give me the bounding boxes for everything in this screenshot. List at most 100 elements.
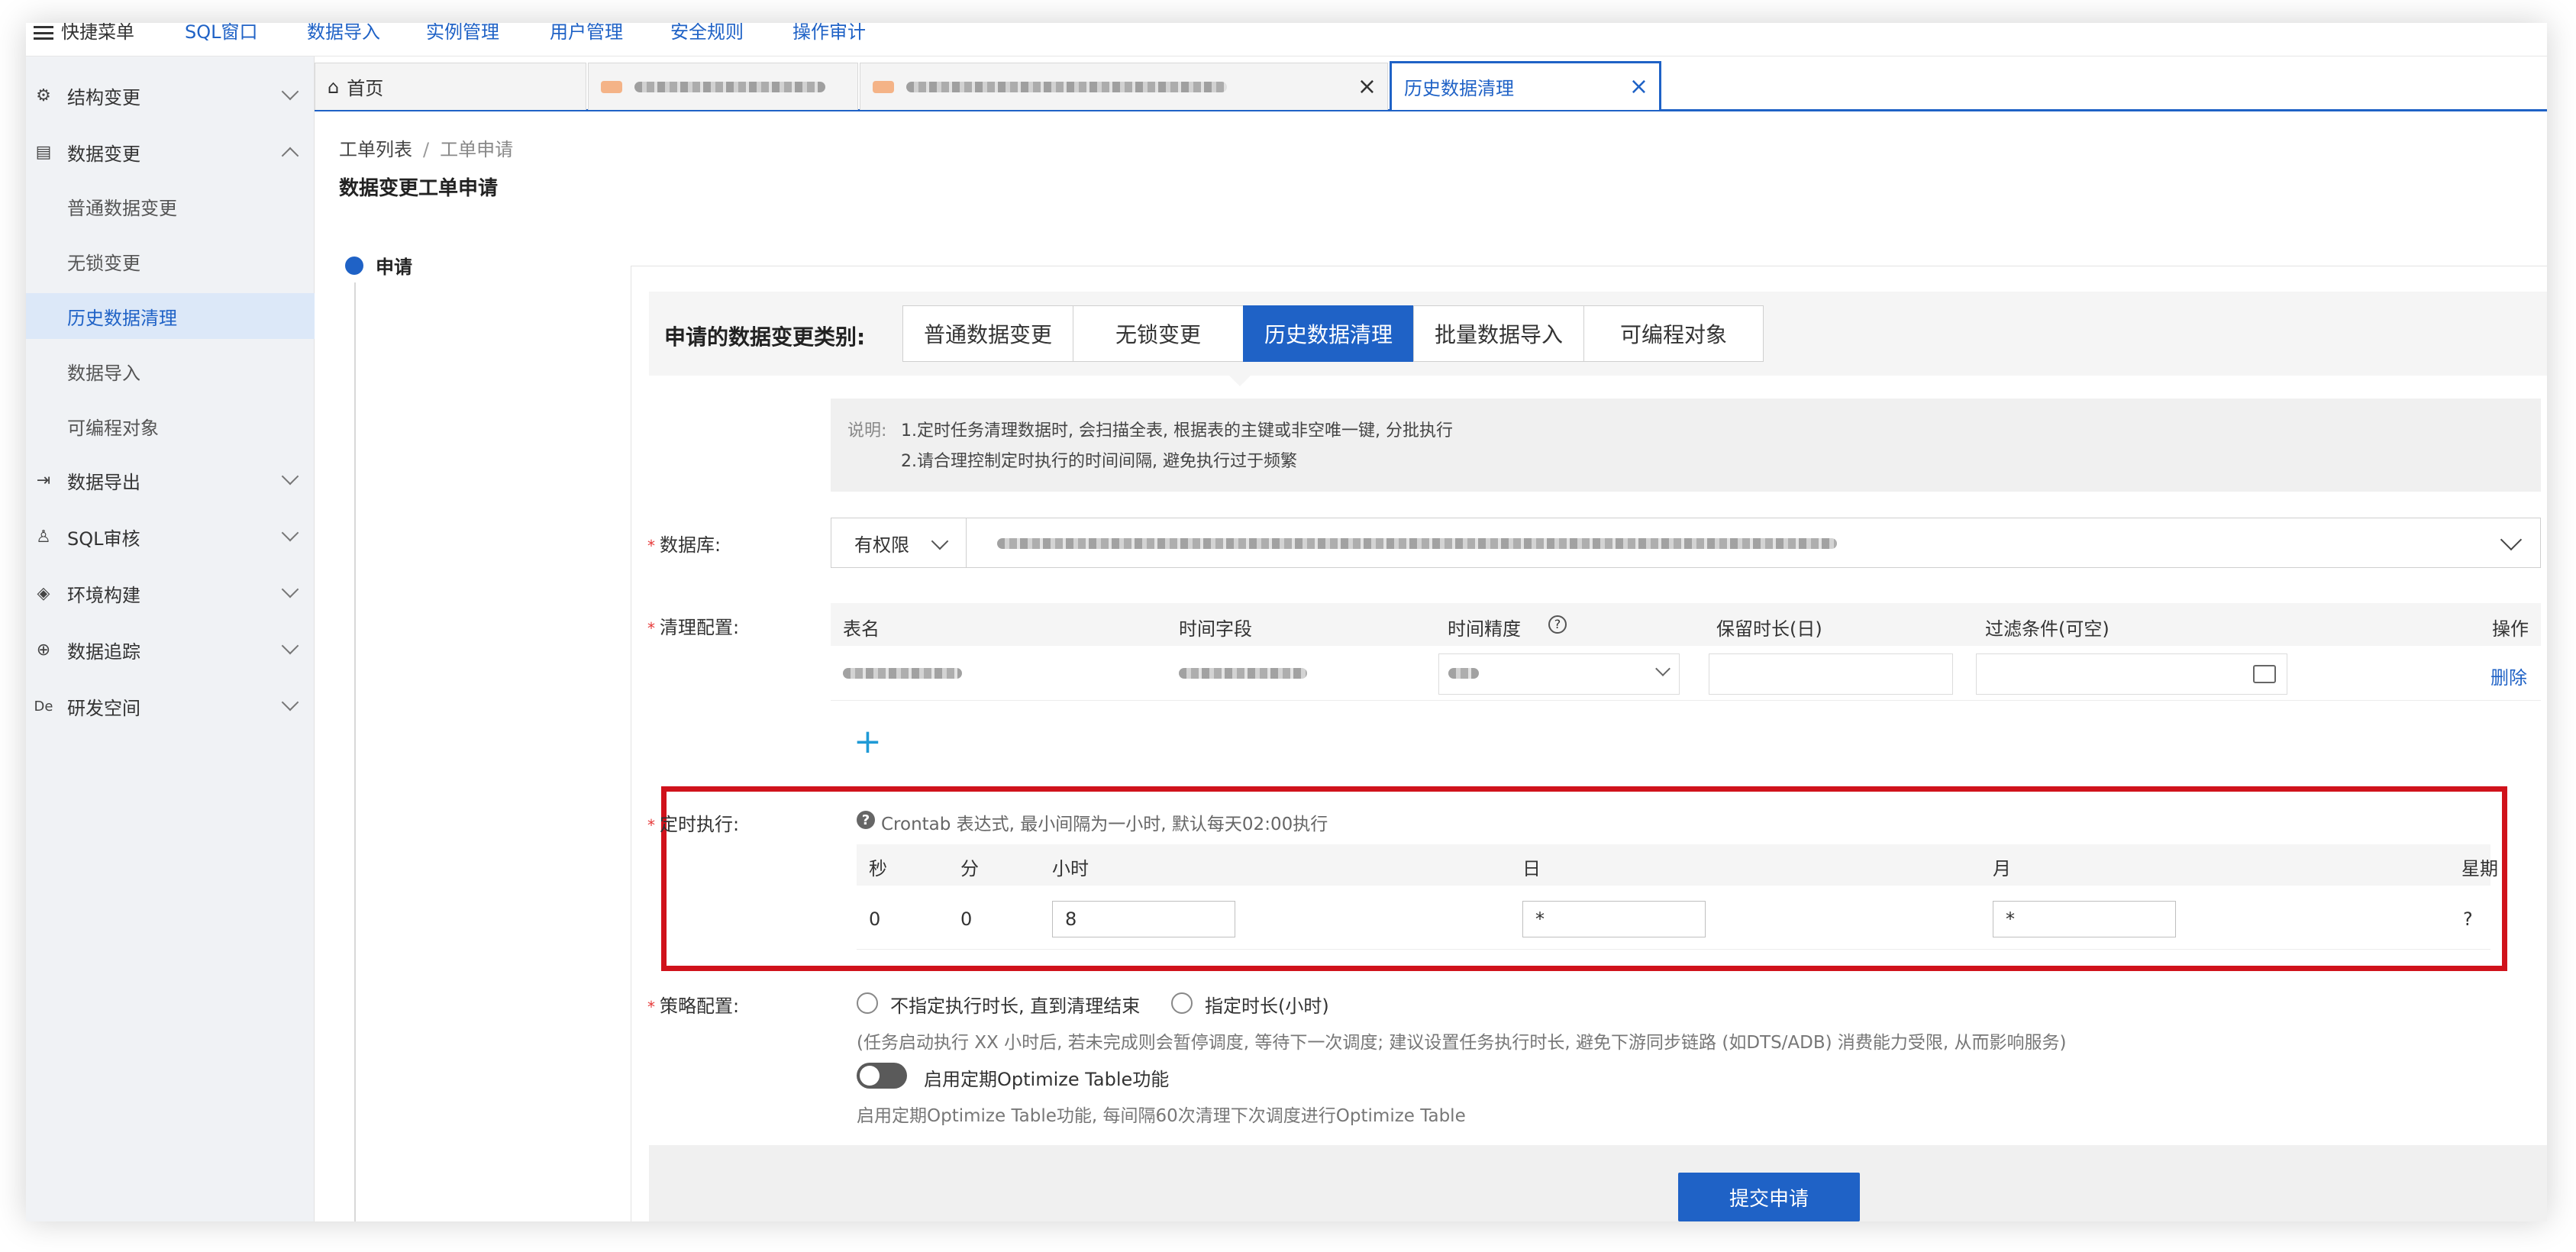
close-icon[interactable]: × bbox=[1629, 73, 1648, 100]
breadcrumb-list[interactable]: 工单列表 bbox=[339, 139, 412, 160]
cron-hour-input[interactable]: 8 bbox=[1052, 901, 1235, 937]
type-option-lockless[interactable]: 无锁变更 bbox=[1073, 305, 1244, 362]
time-precision-select[interactable] bbox=[1438, 653, 1680, 695]
permission-select[interactable]: 有权限 bbox=[831, 518, 967, 568]
cron-day-input[interactable]: * bbox=[1522, 901, 1706, 937]
sidebar-item-data-change[interactable]: ▤ 数据变更 bbox=[26, 128, 315, 176]
redacted-database bbox=[997, 538, 1837, 549]
topnav-instance[interactable]: 实例管理 bbox=[426, 23, 499, 44]
export-icon: ⇥ bbox=[36, 470, 51, 490]
topnav-data-import[interactable]: 数据导入 bbox=[307, 23, 380, 44]
redacted-icon bbox=[873, 80, 894, 93]
cron-label: * 定时执行: bbox=[647, 814, 740, 835]
sidebar-item-dev-space[interactable]: De 研发空间 bbox=[26, 682, 315, 730]
sidebar-item-sql-audit[interactable]: ♙ SQL审核 bbox=[26, 513, 315, 560]
table-row: 删除 bbox=[831, 646, 2541, 701]
tab-redacted-2[interactable]: × bbox=[860, 63, 1388, 110]
breadcrumb-current: 工单申请 bbox=[440, 139, 514, 160]
selection-notch bbox=[1229, 376, 1251, 386]
sidebar-sub-programmable[interactable]: 可编程对象 bbox=[26, 403, 315, 449]
dev-space-icon: De bbox=[34, 698, 53, 715]
sidebar-sub-history-clean[interactable]: 历史数据清理 bbox=[26, 293, 315, 339]
chevron-down-icon bbox=[281, 82, 299, 101]
submit-button[interactable]: 提交申请 bbox=[1678, 1173, 1860, 1221]
chevron-down-icon bbox=[1655, 661, 1671, 676]
close-icon[interactable]: × bbox=[1357, 73, 1377, 100]
type-option-programmable[interactable]: 可编程对象 bbox=[1583, 305, 1764, 362]
clean-label: * 清理配置: bbox=[647, 617, 740, 638]
top-nav: 快捷菜单 SQL窗口 数据导入 实例管理 用户管理 安全规则 操作审计 bbox=[26, 23, 2547, 56]
cron-tip: Crontab 表达式, 最小间隔为一小时, 默认每天02:00执行 bbox=[881, 815, 1328, 834]
chevron-down-icon bbox=[281, 637, 299, 655]
menu-icon[interactable] bbox=[34, 26, 53, 40]
retention-input[interactable] bbox=[1709, 653, 1953, 695]
step-line bbox=[354, 282, 356, 1221]
type-option-history-clean[interactable]: 历史数据清理 bbox=[1243, 305, 1414, 362]
redacted-time-field bbox=[1179, 668, 1307, 679]
audit-icon: ♙ bbox=[36, 527, 51, 547]
radio-no-duration-label: 不指定执行时长, 直到清理结束 bbox=[890, 995, 1141, 1017]
editor-icon[interactable] bbox=[2253, 665, 2276, 683]
sidebar: ⚙ 结构变更 ▤ 数据变更 普通数据变更 无锁变更 历史数据清理 数据导入 可编… bbox=[26, 56, 315, 1221]
topnav-user[interactable]: 用户管理 bbox=[550, 23, 623, 44]
add-row-button[interactable]: + bbox=[854, 725, 882, 759]
topnav-security[interactable]: 安全规则 bbox=[670, 23, 744, 44]
optimize-toggle[interactable] bbox=[857, 1063, 907, 1089]
tab-redacted-1[interactable] bbox=[588, 63, 858, 110]
redacted-text bbox=[634, 81, 825, 92]
type-option-normal[interactable]: 普通数据变更 bbox=[902, 305, 1073, 362]
cron-header: 秒 分 小时 日 月 星期 bbox=[857, 844, 2498, 886]
toggle-knob bbox=[860, 1066, 880, 1086]
trace-icon: ⊕ bbox=[36, 640, 51, 660]
cron-month-input[interactable]: * bbox=[1993, 901, 2176, 937]
step-label: 申请 bbox=[376, 257, 412, 278]
chevron-down-icon bbox=[2500, 528, 2523, 551]
strategy-hint: (任务启动执行 XX 小时后, 若未完成则会暂停调度, 等待下一次调度; 建议设… bbox=[857, 1033, 2067, 1053]
cron-sec: 0 bbox=[869, 908, 881, 930]
filter-input[interactable] bbox=[1976, 653, 2287, 695]
question-icon: ? bbox=[857, 811, 875, 829]
cron-row: 0 0 8 * * ? bbox=[857, 886, 2490, 950]
delete-row-button[interactable]: 删除 bbox=[2490, 663, 2527, 689]
tab-home[interactable]: ⌂ 首页 bbox=[315, 63, 586, 110]
sidebar-sub-import[interactable]: 数据导入 bbox=[26, 348, 315, 394]
radio-duration[interactable] bbox=[1171, 992, 1193, 1014]
tab-bar: ⌂ 首页 × 历史数据清理 × bbox=[315, 56, 2547, 111]
chevron-down-icon bbox=[281, 693, 299, 712]
sidebar-item-env[interactable]: ◈ 环境构建 bbox=[26, 570, 315, 617]
chevron-down-icon bbox=[931, 532, 949, 550]
optimize-toggle-label: 启用定期Optimize Table功能 bbox=[924, 1069, 1170, 1090]
sidebar-sub-normal[interactable]: 普通数据变更 bbox=[26, 183, 315, 229]
change-type-bar: 申请的数据变更类别: 普通数据变更 无锁变更 历史数据清理 批量数据导入 可编程… bbox=[649, 292, 2547, 376]
topnav-sql-window[interactable]: SQL窗口 bbox=[185, 23, 258, 44]
clean-table-header: 表名 时间字段 时间精度 ? 保留时长(日) 过滤条件(可空) 操作 bbox=[831, 603, 2541, 646]
chevron-up-icon bbox=[281, 147, 299, 165]
database-select[interactable] bbox=[967, 518, 2541, 568]
sidebar-item-export[interactable]: ⇥ 数据导出 bbox=[26, 457, 315, 504]
radio-no-duration[interactable] bbox=[857, 992, 878, 1014]
optimize-hint: 启用定期Optimize Table功能, 每间隔60次清理下次调度进行Opti… bbox=[857, 1106, 1466, 1126]
cron-min: 0 bbox=[960, 908, 973, 930]
sidebar-sub-lockless[interactable]: 无锁变更 bbox=[26, 238, 315, 284]
topnav-quick-menu[interactable]: 快捷菜单 bbox=[61, 23, 134, 44]
home-icon: ⌂ bbox=[328, 76, 340, 98]
step-dot-icon bbox=[345, 257, 363, 275]
sidebar-item-structure-change[interactable]: ⚙ 结构变更 bbox=[26, 72, 315, 119]
structure-icon: ⚙ bbox=[36, 86, 51, 105]
help-icon[interactable]: ? bbox=[1548, 615, 1567, 634]
sidebar-item-trace[interactable]: ⊕ 数据追踪 bbox=[26, 626, 315, 673]
topnav-audit[interactable]: 操作审计 bbox=[792, 23, 866, 44]
footer-bar bbox=[649, 1145, 2547, 1221]
env-icon: ◈ bbox=[37, 583, 50, 603]
redacted-icon bbox=[601, 80, 622, 93]
chevron-down-icon bbox=[281, 524, 299, 542]
redacted-table-name bbox=[843, 668, 962, 679]
tab-history-clean[interactable]: 历史数据清理 × bbox=[1390, 61, 1661, 110]
chevron-down-icon bbox=[281, 580, 299, 599]
type-option-batch-import[interactable]: 批量数据导入 bbox=[1413, 305, 1584, 362]
data-change-icon: ▤ bbox=[35, 142, 52, 162]
db-label: * 数据库: bbox=[647, 534, 721, 556]
redacted-text bbox=[906, 81, 1227, 92]
breadcrumb: 工单列表 / 工单申请 bbox=[339, 139, 514, 160]
chevron-down-icon bbox=[281, 467, 299, 486]
